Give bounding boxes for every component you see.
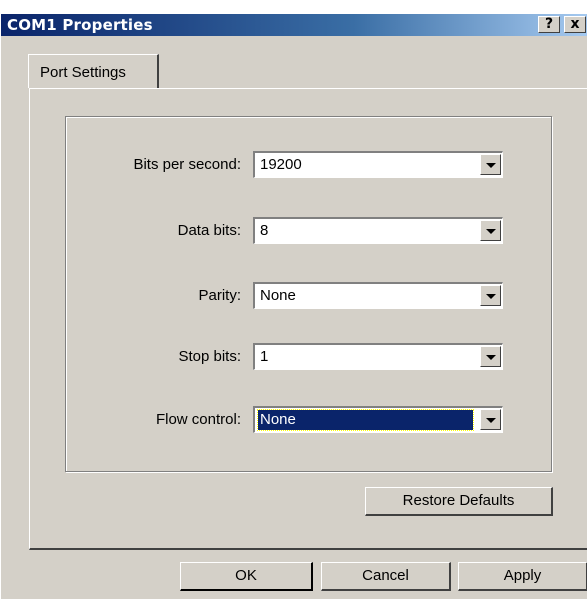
data-bits-value: 8	[260, 222, 269, 239]
bits-per-second-select[interactable]: 19200	[253, 151, 503, 178]
parity-value: None	[260, 287, 296, 304]
apply-button[interactable]: Apply	[458, 562, 587, 591]
chevron-down-icon[interactable]	[480, 346, 501, 367]
bits-per-second-label: Bits per second:	[133, 156, 241, 173]
restore-defaults-button[interactable]: Restore Defaults	[365, 487, 553, 516]
chevron-down-icon[interactable]	[480, 220, 501, 241]
bits-per-second-value: 19200	[260, 156, 302, 173]
stop-bits-value: 1	[260, 348, 269, 365]
stop-bits-select[interactable]: 1	[253, 343, 503, 370]
help-button[interactable]: ?	[538, 16, 560, 33]
parity-select[interactable]: None	[253, 282, 503, 309]
flow-control-select[interactable]: None	[253, 406, 503, 433]
com1-properties-dialog: COM1 Properties ? x Port Settings Bits p…	[0, 0, 587, 599]
tab-label: Port Settings	[40, 64, 126, 81]
stop-bits-label: Stop bits:	[178, 348, 241, 365]
chevron-down-icon[interactable]	[480, 154, 501, 175]
cancel-button[interactable]: Cancel	[321, 562, 451, 591]
data-bits-select[interactable]: 8	[253, 217, 503, 244]
background-strip	[1, 0, 587, 14]
chevron-down-icon[interactable]	[480, 409, 501, 430]
flow-control-label: Flow control:	[155, 411, 241, 428]
flow-control-value: None	[257, 409, 474, 431]
chevron-down-icon[interactable]	[480, 285, 501, 306]
tab-port-settings[interactable]: Port Settings	[28, 54, 159, 88]
data-bits-label: Data bits:	[177, 222, 241, 239]
title-bar[interactable]: COM1 Properties ? x	[1, 14, 587, 36]
ok-button[interactable]: OK	[180, 562, 313, 591]
window-title: COM1 Properties	[7, 16, 153, 34]
parity-label: Parity:	[198, 287, 241, 304]
close-button[interactable]: x	[564, 16, 586, 33]
